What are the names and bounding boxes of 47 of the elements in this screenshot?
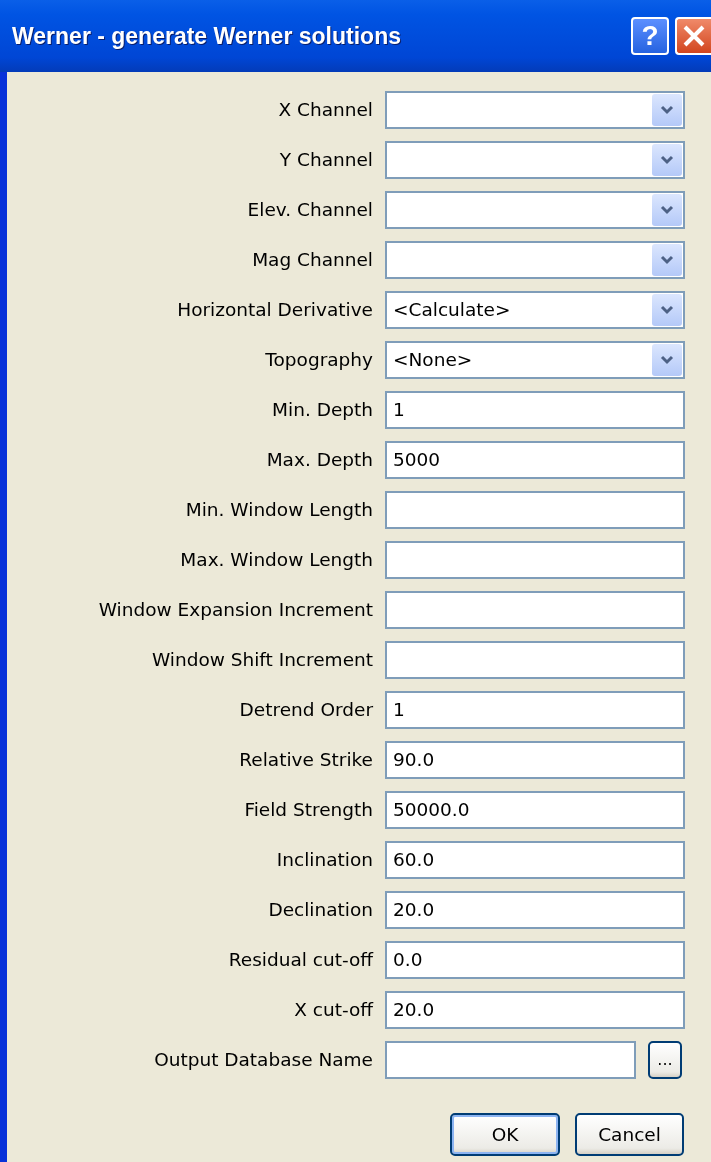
cancel-button[interactable]: Cancel: [575, 1113, 684, 1156]
field-label: Topography: [264, 348, 373, 373]
field-label: Min. Depth: [271, 398, 373, 423]
field-label: Window Expansion Increment: [97, 598, 373, 623]
field-label: Max. Depth: [265, 448, 373, 473]
dropdown-field[interactable]: [385, 191, 685, 229]
input-field[interactable]: 5000: [385, 441, 685, 479]
field-label: Residual cut-off: [227, 948, 373, 973]
dropdown-field[interactable]: [385, 91, 685, 129]
input-field[interactable]: [385, 541, 685, 579]
field-label: Min. Window Length: [184, 498, 373, 523]
field-label: Y Channel: [278, 148, 373, 173]
field-label: Max. Window Length: [179, 548, 373, 573]
input-field[interactable]: 1: [385, 391, 685, 429]
dropdown-field[interactable]: [385, 141, 685, 179]
field-label: Field Strength: [243, 798, 373, 823]
input-field[interactable]: 60.0: [385, 841, 685, 879]
input-field[interactable]: 50000.0: [385, 791, 685, 829]
window-title: Werner - generate Werner solutions: [12, 21, 402, 51]
field-label: Relative Strike: [238, 748, 373, 773]
input-field[interactable]: 20.0: [385, 891, 685, 929]
field-label: Declination: [267, 898, 373, 923]
field-label: Elev. Channel: [246, 198, 373, 223]
help-button[interactable]: ?: [631, 17, 669, 55]
input-field[interactable]: 90.0: [385, 741, 685, 779]
field-label: Mag Channel: [251, 248, 373, 273]
input-field[interactable]: [385, 591, 685, 629]
field-label: Inclination: [275, 848, 373, 873]
input-field[interactable]: [385, 1041, 636, 1079]
input-field[interactable]: 20.0: [385, 991, 685, 1029]
field-label: Window Shift Increment: [150, 648, 373, 673]
close-icon: [682, 24, 706, 48]
dropdown-field[interactable]: <None>: [385, 341, 685, 379]
input-field[interactable]: [385, 491, 685, 529]
dropdown-field[interactable]: <Calculate>: [385, 291, 685, 329]
input-field[interactable]: 0.0: [385, 941, 685, 979]
input-field[interactable]: [385, 641, 685, 679]
field-label: X Channel: [277, 98, 373, 123]
field-label: X cut-off: [293, 998, 373, 1023]
field-label: Output Database Name: [153, 1048, 373, 1073]
dropdown-field[interactable]: [385, 241, 685, 279]
field-label: Horizontal Derivative: [176, 298, 373, 323]
close-button[interactable]: [675, 17, 711, 55]
browse-button[interactable]: ...: [648, 1041, 682, 1079]
ok-button[interactable]: OK: [450, 1113, 560, 1156]
field-label: Detrend Order: [238, 698, 373, 723]
input-field[interactable]: 1: [385, 691, 685, 729]
